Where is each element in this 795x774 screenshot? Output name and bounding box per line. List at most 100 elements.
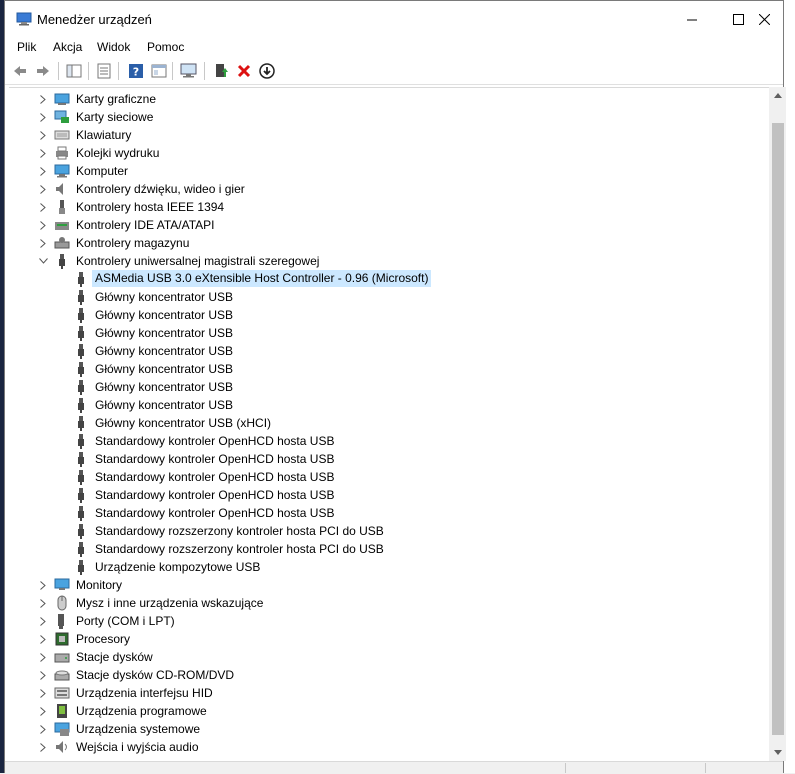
title-bar[interactable]: Menedżer urządzeń (5, 1, 783, 37)
chevron-right-icon[interactable] (38, 684, 48, 702)
tree-category-label: Komputer (76, 164, 129, 178)
tree-category-urzadzenia-programowe[interactable]: Urządzenia programowe (9, 702, 769, 720)
chevron-right-icon[interactable] (38, 198, 48, 216)
usb-device-icon (78, 506, 84, 521)
usb-device-icon (78, 272, 84, 287)
usb-device-icon (78, 542, 84, 557)
tree-category-kolejki-wydruku[interactable]: Kolejki wydruku (9, 144, 769, 162)
usb-device-icon (78, 434, 84, 449)
tree-category-kontrolery-magazynu[interactable]: Kontrolery magazynu (9, 234, 769, 252)
device-tree[interactable]: Karty graficzne Karty sieciowe Klawiatury K… (9, 87, 769, 762)
view-button[interactable] (149, 61, 169, 81)
vertical-scrollbar[interactable] (769, 87, 786, 761)
device-manager-app-icon (16, 12, 32, 26)
chevron-right-icon[interactable] (38, 666, 48, 684)
tree-category-wejscia-i-wyjscia-audio[interactable]: Wejścia i wyjścia audio (9, 738, 769, 756)
window-title: Menedżer urządzeń (37, 12, 152, 27)
disable-button[interactable] (257, 61, 277, 81)
tree-category-komputer[interactable]: Komputer (9, 162, 769, 180)
menu-akcja[interactable]: Akcja (53, 40, 82, 54)
tree-device-item[interactable]: Główny koncentrator USB (9, 360, 769, 378)
chevron-right-icon[interactable] (38, 108, 48, 126)
tree-category-urzadzenia-systemowe[interactable]: Urządzenia systemowe (9, 720, 769, 738)
menu-plik[interactable]: Plik (17, 40, 36, 54)
tree-device-item[interactable]: Główny koncentrator USB (9, 342, 769, 360)
tree-device-item[interactable]: ASMedia USB 3.0 eXtensible Host Controll… (9, 270, 769, 288)
tree-category-urzadzenia-interfejsu-hid[interactable]: Urządzenia interfejsu HID (9, 684, 769, 702)
tree-device-item[interactable]: Standardowy rozszerzony kontroler hosta … (9, 522, 769, 540)
usb-device-icon (78, 344, 84, 359)
chevron-right-icon[interactable] (38, 144, 48, 162)
chevron-right-icon[interactable] (38, 90, 48, 108)
chevron-right-icon[interactable] (38, 630, 48, 648)
tree-category-karty-graficzne[interactable]: Karty graficzne (9, 90, 769, 108)
tree-device-item[interactable]: Standardowy kontroler OpenHCD hosta USB (9, 504, 769, 522)
tree-device-item[interactable]: Główny koncentrator USB (9, 378, 769, 396)
tree-category-klawiatury[interactable]: Klawiatury (9, 126, 769, 144)
tree-device-item[interactable]: Główny koncentrator USB (xHCI) (9, 414, 769, 432)
show-hide-tree-button[interactable] (64, 61, 84, 81)
back-icon (14, 66, 26, 76)
properties-icon (97, 63, 111, 79)
chevron-right-icon[interactable] (38, 216, 48, 234)
chevron-right-icon[interactable] (38, 162, 48, 180)
tree-category-porty-com-i-lpt[interactable]: Porty (COM i LPT) (9, 612, 769, 630)
tree-device-label: Standardowy kontroler OpenHCD hosta USB (95, 434, 335, 448)
tree-device-item[interactable]: Standardowy kontroler OpenHCD hosta USB (9, 486, 769, 504)
chevron-right-icon[interactable] (38, 738, 48, 756)
chevron-right-icon[interactable] (38, 180, 48, 198)
tree-category-monitory[interactable]: Monitory (9, 576, 769, 594)
scan-hardware-button[interactable] (179, 61, 199, 81)
chevron-right-icon[interactable] (38, 702, 48, 720)
chevron-right-icon[interactable] (38, 234, 48, 252)
usb-device-icon (78, 380, 84, 395)
tree-device-item[interactable]: Główny koncentrator USB (9, 324, 769, 342)
tree-category-stacje-dyskow-cd-rom-dvd[interactable]: Stacje dysków CD-ROM/DVD (9, 666, 769, 684)
usb-device-icon (78, 308, 84, 323)
scroll-thumb[interactable] (772, 123, 784, 735)
tree-category-procesory[interactable]: Procesory (9, 630, 769, 648)
minimize-button[interactable] (669, 1, 715, 37)
update-driver-button[interactable] (211, 61, 231, 81)
menu-widok[interactable]: Widok (97, 40, 130, 54)
tree-device-item[interactable]: Główny koncentrator USB (9, 288, 769, 306)
tree-category-stacje-dyskow[interactable]: Stacje dysków (9, 648, 769, 666)
close-button[interactable] (741, 1, 787, 37)
menu-pomoc[interactable]: Pomoc (147, 40, 184, 54)
chevron-right-icon[interactable] (38, 576, 48, 594)
tree-device-item[interactable]: Główny koncentrator USB (9, 396, 769, 414)
keyboard-icon (54, 130, 70, 140)
properties-button[interactable] (94, 61, 114, 81)
scroll-up-button[interactable] (769, 87, 786, 104)
storage-icon (54, 237, 70, 249)
tree-device-label: Standardowy kontroler OpenHCD hosta USB (95, 470, 335, 484)
tree-category-karty-sieciowe[interactable]: Karty sieciowe (9, 108, 769, 126)
chevron-right-icon[interactable] (38, 594, 48, 612)
tree-category-label: Karty graficzne (76, 92, 157, 106)
chevron-right-icon[interactable] (38, 612, 48, 630)
chevron-down-icon[interactable] (38, 252, 48, 270)
tree-device-item[interactable]: Standardowy kontroler OpenHCD hosta USB (9, 432, 769, 450)
forward-icon (37, 66, 49, 76)
tree-device-item[interactable]: Standardowy rozszerzony kontroler hosta … (9, 540, 769, 558)
tree-category-label: Mysz i inne urządzenia wskazujące (76, 596, 264, 610)
tree-device-item[interactable]: Standardowy kontroler OpenHCD hosta USB (9, 468, 769, 486)
tree-category-kontrolery-ide-ata-atapi[interactable]: Kontrolery IDE ATA/ATAPI (9, 216, 769, 234)
usb-device-icon (78, 362, 84, 377)
chevron-right-icon[interactable] (38, 720, 48, 738)
tree-category-kontrolery-uniwersalnej-magistrali-szeregowej[interactable]: Kontrolery uniwersalnej magistrali szere… (9, 252, 769, 270)
tree-category-kontrolery-hosta-ieee-1394[interactable]: Kontrolery hosta IEEE 1394 (9, 198, 769, 216)
tree-category-mysz-i-inne-urzadzenia-wskazujace[interactable]: Mysz i inne urządzenia wskazujące (9, 594, 769, 612)
scroll-down-button[interactable] (769, 744, 786, 761)
tree-device-item[interactable]: Standardowy kontroler OpenHCD hosta USB (9, 450, 769, 468)
forward-button[interactable] (33, 61, 53, 81)
tree-category-label: Klawiatury (76, 128, 132, 142)
back-button[interactable] (10, 61, 30, 81)
chevron-right-icon[interactable] (38, 648, 48, 666)
chevron-right-icon[interactable] (38, 126, 48, 144)
help-button[interactable]: ? (126, 61, 146, 81)
tree-category-kontrolery-dzwieku-wideo-i-gier[interactable]: Kontrolery dźwięku, wideo i gier (9, 180, 769, 198)
tree-device-item[interactable]: Urządzenie kompozytowe USB (9, 558, 769, 576)
tree-device-item[interactable]: Główny koncentrator USB (9, 306, 769, 324)
uninstall-button[interactable] (234, 61, 254, 81)
